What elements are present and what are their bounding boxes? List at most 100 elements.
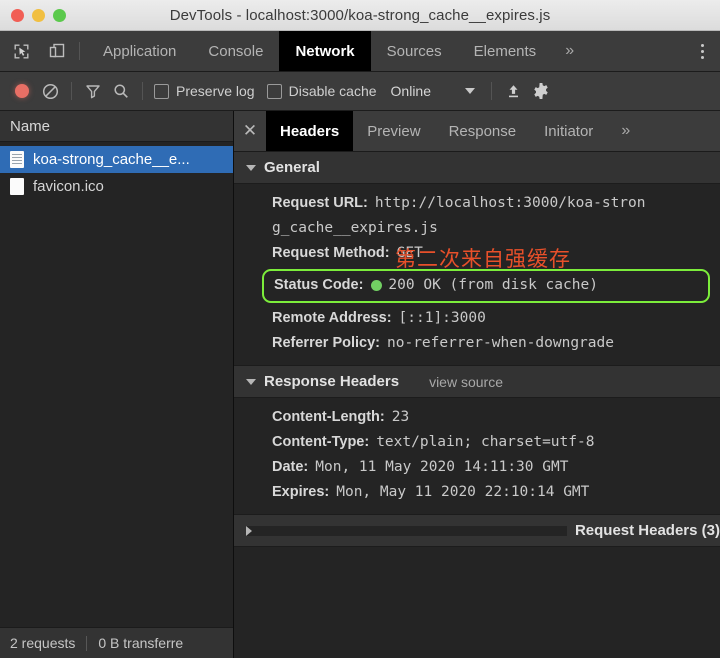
header-value: http://localhost:3000/koa-stron — [374, 195, 646, 211]
header-row-date: Date: Mon, 11 May 2020 14:11:30 GMT — [234, 455, 720, 480]
general-section-body: Request URL: http://localhost:3000/koa-s… — [234, 184, 720, 365]
status-ok-icon — [371, 280, 383, 291]
header-row-request-url: Request URL: http://localhost:3000/koa-s… — [234, 191, 720, 216]
section-header-request-headers[interactable]: Request Headers (3) — [234, 514, 720, 547]
section-title-request-headers: Request Headers (3) — [574, 522, 720, 539]
triangle-down-icon — [246, 378, 256, 385]
network-panel-body: Name koa-strong_cache__e... favicon.ico … — [0, 111, 720, 658]
header-key: Content-Length: — [272, 409, 385, 425]
header-value: Mon, May 11 2020 22:10:14 GMT — [336, 484, 590, 500]
header-key: Request URL: — [272, 195, 368, 211]
tab-application[interactable]: Application — [87, 31, 192, 71]
header-row-referrer-policy: Referrer Policy: no-referrer-when-downgr… — [234, 331, 720, 356]
section-title-response-headers: Response Headers — [264, 373, 400, 390]
kebab-menu-icon[interactable] — [686, 31, 718, 71]
window-controls — [0, 8, 66, 22]
devtools-window: DevTools - localhost:3000/koa-strong_cac… — [0, 0, 720, 658]
device-toolbar-icon[interactable] — [42, 36, 72, 66]
annotation-text: 第二次来自强缓存 — [395, 247, 571, 271]
network-toolbar: Preserve log Disable cache Online — [0, 72, 720, 111]
header-row-request-url-cont: g_cache__expires.js — [234, 216, 720, 241]
devtools-tab-strip: Application Console Network Sources Elem… — [0, 31, 720, 72]
toolbar-divider — [79, 42, 80, 60]
request-name: favicon.ico — [33, 178, 104, 195]
header-value: Mon, 11 May 2020 14:11:30 GMT — [315, 459, 569, 475]
header-value: 23 — [391, 409, 410, 425]
request-name: koa-strong_cache__e... — [33, 151, 190, 168]
more-tabs-icon[interactable]: » — [552, 31, 587, 71]
request-list: koa-strong_cache__e... favicon.ico — [0, 142, 233, 627]
header-row-status-code: Status Code: 200 OK (from disk cache) — [262, 269, 710, 303]
disable-cache-label: Disable cache — [288, 83, 377, 99]
chevron-down-icon[interactable] — [465, 88, 475, 94]
table-row[interactable]: koa-strong_cache__e... — [0, 146, 233, 173]
preserve-log-checkbox[interactable]: Preserve log — [154, 83, 255, 99]
minimize-window-button[interactable] — [32, 8, 45, 22]
toolbar-divider — [71, 82, 72, 100]
record-icon[interactable] — [8, 77, 36, 105]
header-value-continued: g_cache__expires.js — [272, 220, 438, 236]
throttling-select[interactable]: Online — [391, 83, 475, 99]
header-value: 200 OK (from disk cache) — [388, 277, 598, 293]
header-value: text/plain; charset=utf-8 — [376, 434, 595, 450]
header-row-content-type: Content-Type: text/plain; charset=utf-8 — [234, 430, 720, 455]
tab-network[interactable]: Network — [279, 31, 371, 71]
toolbar-divider — [491, 82, 492, 100]
section-header-general[interactable]: General — [234, 152, 720, 184]
toolbar-divider — [142, 82, 143, 100]
transferred-size: 0 B transferre — [98, 635, 184, 651]
file-icon — [10, 178, 24, 195]
gear-icon[interactable] — [527, 77, 555, 105]
view-source-link[interactable]: view source — [429, 374, 503, 390]
triangle-right-icon — [246, 525, 567, 536]
tab-initiator[interactable]: Initiator — [530, 111, 607, 151]
tab-sources[interactable]: Sources — [371, 31, 458, 71]
window-title-bar: DevTools - localhost:3000/koa-strong_cac… — [0, 0, 720, 31]
column-header-name[interactable]: Name — [0, 111, 233, 142]
tab-elements[interactable]: Elements — [458, 31, 553, 71]
header-row-expires: Expires: Mon, May 11 2020 22:10:14 GMT — [234, 480, 720, 505]
section-title-general: General — [264, 159, 320, 176]
header-key: Content-Type: — [272, 434, 370, 450]
status-divider — [86, 635, 88, 651]
section-header-response-headers[interactable]: Response Headers view source — [234, 365, 720, 398]
header-value: no-referrer-when-downgrade — [387, 335, 614, 351]
window-title: DevTools - localhost:3000/koa-strong_cac… — [169, 6, 551, 24]
table-row[interactable]: favicon.ico — [0, 173, 233, 200]
close-window-button[interactable] — [11, 8, 24, 22]
request-details-pane: ✕ Headers Preview Response Initiator » G… — [234, 111, 720, 658]
header-key: Request Method: — [272, 245, 390, 261]
triangle-down-icon — [246, 164, 256, 171]
response-headers-body: Content-Length: 23 Content-Type: text/pl… — [234, 398, 720, 514]
preserve-log-label: Preserve log — [176, 83, 255, 99]
filter-icon[interactable] — [79, 77, 107, 105]
tab-response[interactable]: Response — [435, 111, 531, 151]
headers-content: General Request URL: http://localhost:30… — [234, 152, 720, 658]
tab-console[interactable]: Console — [192, 31, 279, 71]
header-key: Remote Address: — [272, 310, 392, 326]
requests-count: 2 requests — [10, 635, 76, 651]
checkbox-box[interactable] — [266, 83, 282, 99]
clear-icon[interactable] — [36, 77, 64, 105]
search-icon[interactable] — [107, 77, 135, 105]
network-status-bar: 2 requests 0 B transferre — [0, 627, 233, 658]
checkbox-box[interactable] — [154, 83, 169, 99]
tab-headers[interactable]: Headers — [266, 111, 354, 151]
details-tab-strip: ✕ Headers Preview Response Initiator » — [234, 111, 720, 152]
close-icon[interactable]: ✕ — [234, 111, 266, 151]
header-key: Date: — [272, 459, 309, 475]
request-list-pane: Name koa-strong_cache__e... favicon.ico … — [0, 111, 234, 658]
more-details-tabs-icon[interactable]: » — [607, 111, 644, 151]
header-key: Status Code: — [274, 277, 364, 293]
document-icon — [10, 151, 24, 168]
header-key: Referrer Policy: — [272, 335, 380, 351]
import-har-icon[interactable] — [499, 77, 527, 105]
header-row-content-length: Content-Length: 23 — [234, 405, 720, 430]
header-key: Expires: — [272, 484, 330, 500]
inspect-element-icon[interactable] — [6, 36, 36, 66]
header-row-remote-address: Remote Address: [::1]:3000 — [234, 306, 720, 331]
tab-preview[interactable]: Preview — [353, 111, 434, 151]
header-value: [::1]:3000 — [398, 310, 486, 326]
disable-cache-checkbox[interactable]: Disable cache — [266, 83, 377, 99]
zoom-window-button[interactable] — [53, 8, 66, 22]
